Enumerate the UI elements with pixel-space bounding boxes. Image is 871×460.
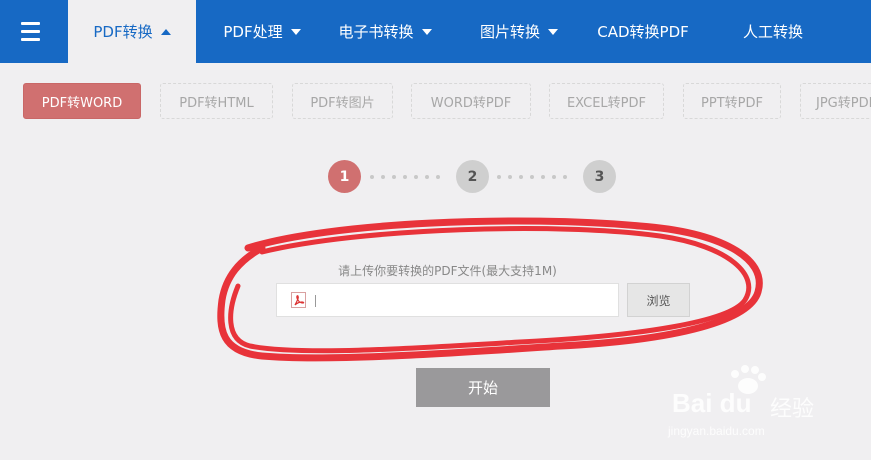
nav-tab-label: PDF处理 [223,23,283,41]
nav-tab-pdf-process[interactable]: PDF处理 [210,0,314,63]
subtab-pdf-to-word[interactable]: PDF转WORD [23,83,141,119]
subtab-pdf-to-image[interactable]: PDF转图片 [292,83,393,119]
subtab-excel-to-pdf[interactable]: EXCEL转PDF [549,83,664,119]
pdf-file-icon [291,292,306,308]
caret-down-icon [290,28,301,35]
nav-tab-label: 图片转换 [479,23,540,41]
subtab-jpg-to-pdf[interactable]: JPG转PDF [800,83,871,119]
file-path-input[interactable] [276,283,619,317]
nav-tab-manual-convert[interactable]: 人工转换 [728,0,818,63]
watermark-url: jingyan.baidu.com [668,424,765,438]
watermark-brand: Bai du [672,388,752,418]
top-nav: PDF转换 PDF处理 电子书转换 图片转换 CAD转换PDF 人工转换 [0,0,871,63]
step-connector [370,175,440,179]
step-2: 2 [456,160,489,193]
nav-tab-pdf-convert[interactable]: PDF转换 [68,0,196,63]
nav-tab-cad-pdf[interactable]: CAD转换PDF [585,0,701,63]
text-cursor [315,295,316,307]
subtab-word-to-pdf[interactable]: WORD转PDF [411,83,531,119]
upload-hint: 请上传你要转换的PDF文件(最大支持1M) [338,264,557,278]
watermark-cn: 经验 [770,397,815,422]
menu-icon[interactable] [0,0,60,63]
nav-tab-label: CAD转换PDF [597,23,689,41]
nav-tab-label: 电子书转换 [338,23,414,41]
corner-marker-icon [58,55,64,61]
step-connector [497,175,567,179]
nav-tab-label: 人工转换 [742,23,803,41]
subtab-ppt-to-pdf[interactable]: PPT转PDF [683,83,781,119]
subtab-pdf-to-html[interactable]: PDF转HTML [160,83,273,119]
start-button[interactable]: 开始 [416,368,550,407]
caret-up-icon [160,28,171,35]
browse-button[interactable]: 浏览 [627,283,690,317]
nav-tab-image-convert[interactable]: 图片转换 [469,0,569,63]
step-3: 3 [583,160,616,193]
caret-down-icon [548,28,558,35]
nav-tab-label: PDF转换 [93,23,153,41]
nav-tab-ebook-convert[interactable]: 电子书转换 [325,0,445,63]
step-1: 1 [328,160,361,193]
caret-down-icon [421,28,432,35]
